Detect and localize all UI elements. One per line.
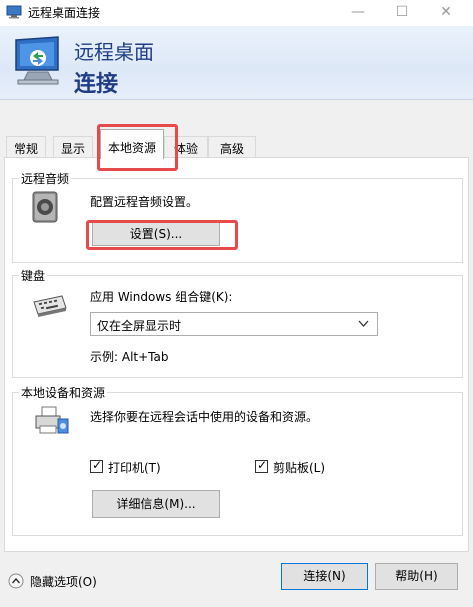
tab-display[interactable]: 显示 [53, 136, 93, 158]
remote-desktop-icon [6, 5, 22, 19]
banner-subtitle: 连接 [74, 72, 119, 97]
monitor-icon [12, 36, 66, 90]
devices-description: 选择你要在远程会话中使用的设备和资源。 [90, 410, 319, 424]
clipboard-checkbox[interactable]: ✓ [255, 458, 268, 473]
highlight-tab-box [97, 124, 178, 171]
connect-button[interactable]: 连接(N) [281, 563, 368, 590]
banner-title: 远程桌面 [74, 40, 154, 64]
keyboard-combo-select[interactable]: 仅在全屏显示时 [90, 312, 378, 336]
printer-devices-icon [32, 405, 70, 437]
keyboard-example: 示例: Alt+Tab [90, 350, 169, 364]
close-button[interactable]: ✕ [427, 0, 465, 26]
tab-advanced[interactable]: 高级 [208, 136, 256, 158]
devices-group-title: 本地设备和资源 [19, 384, 108, 401]
details-button[interactable]: 详细信息(M)... [92, 490, 220, 518]
printer-checkbox[interactable]: ✓ [90, 458, 103, 473]
checkmark-icon: ✓ [257, 458, 268, 472]
highlight-settings-box [86, 220, 238, 250]
tab-general[interactable]: 常规 [6, 136, 46, 158]
speaker-icon [30, 190, 60, 224]
clipboard-label[interactable]: 剪贴板(L) [273, 459, 325, 476]
hide-options-link[interactable]: 隐藏选项(O) [30, 573, 97, 590]
help-button[interactable]: 帮助(H) [375, 563, 458, 590]
keyboard-group-title: 键盘 [19, 267, 48, 284]
checkmark-icon: ✓ [92, 458, 103, 472]
audio-description: 配置远程音频设置。 [90, 195, 199, 209]
audio-group-title: 远程音频 [19, 170, 72, 187]
header-banner [0, 26, 473, 100]
keyboard-label: 应用 Windows 组合键(K): [90, 290, 233, 304]
maximize-button[interactable]: ☐ [383, 0, 421, 26]
collapse-up-icon[interactable] [8, 573, 24, 589]
minimize-button[interactable]: — [339, 0, 377, 26]
chevron-down-icon [358, 318, 369, 331]
window-title: 远程桌面连接 [28, 6, 101, 20]
keyboard-combo-value: 仅在全屏显示时 [97, 319, 182, 333]
printer-label[interactable]: 打印机(T) [108, 459, 161, 476]
keyboard-icon [32, 292, 68, 318]
